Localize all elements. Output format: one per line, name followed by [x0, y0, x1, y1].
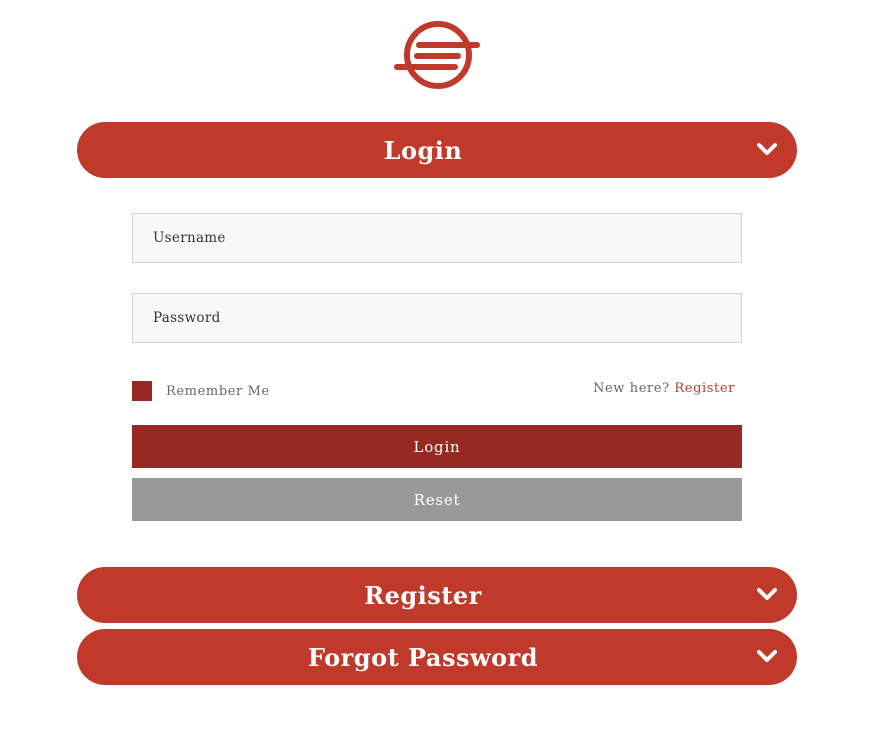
forgot-password-accordion-title: Forgot Password	[307, 642, 539, 672]
remember-me-label: Remember Me	[166, 383, 270, 399]
login-accordion-header[interactable]: Login	[77, 122, 797, 178]
remember-me-row: Remember Me	[132, 381, 270, 401]
site-logo-icon	[394, 21, 480, 89]
login-accordion-title: Login	[383, 135, 463, 165]
username-input[interactable]	[132, 213, 742, 263]
chevron-down-icon[interactable]	[755, 646, 779, 666]
new-here-prompt: New here? Register	[593, 381, 735, 396]
register-accordion-header[interactable]: Register	[77, 567, 797, 623]
chevron-down-icon[interactable]	[755, 584, 779, 604]
reset-button[interactable]: Reset	[132, 478, 742, 521]
register-accordion-title: Register	[364, 580, 482, 610]
remember-me-checkbox[interactable]	[132, 381, 152, 401]
password-input[interactable]	[132, 293, 742, 343]
forgot-password-accordion-header[interactable]: Forgot Password	[77, 629, 797, 685]
register-link[interactable]: Register	[674, 381, 735, 396]
chevron-down-icon[interactable]	[755, 139, 779, 159]
new-here-text: New here?	[593, 381, 670, 396]
login-button[interactable]: Login	[132, 425, 742, 468]
